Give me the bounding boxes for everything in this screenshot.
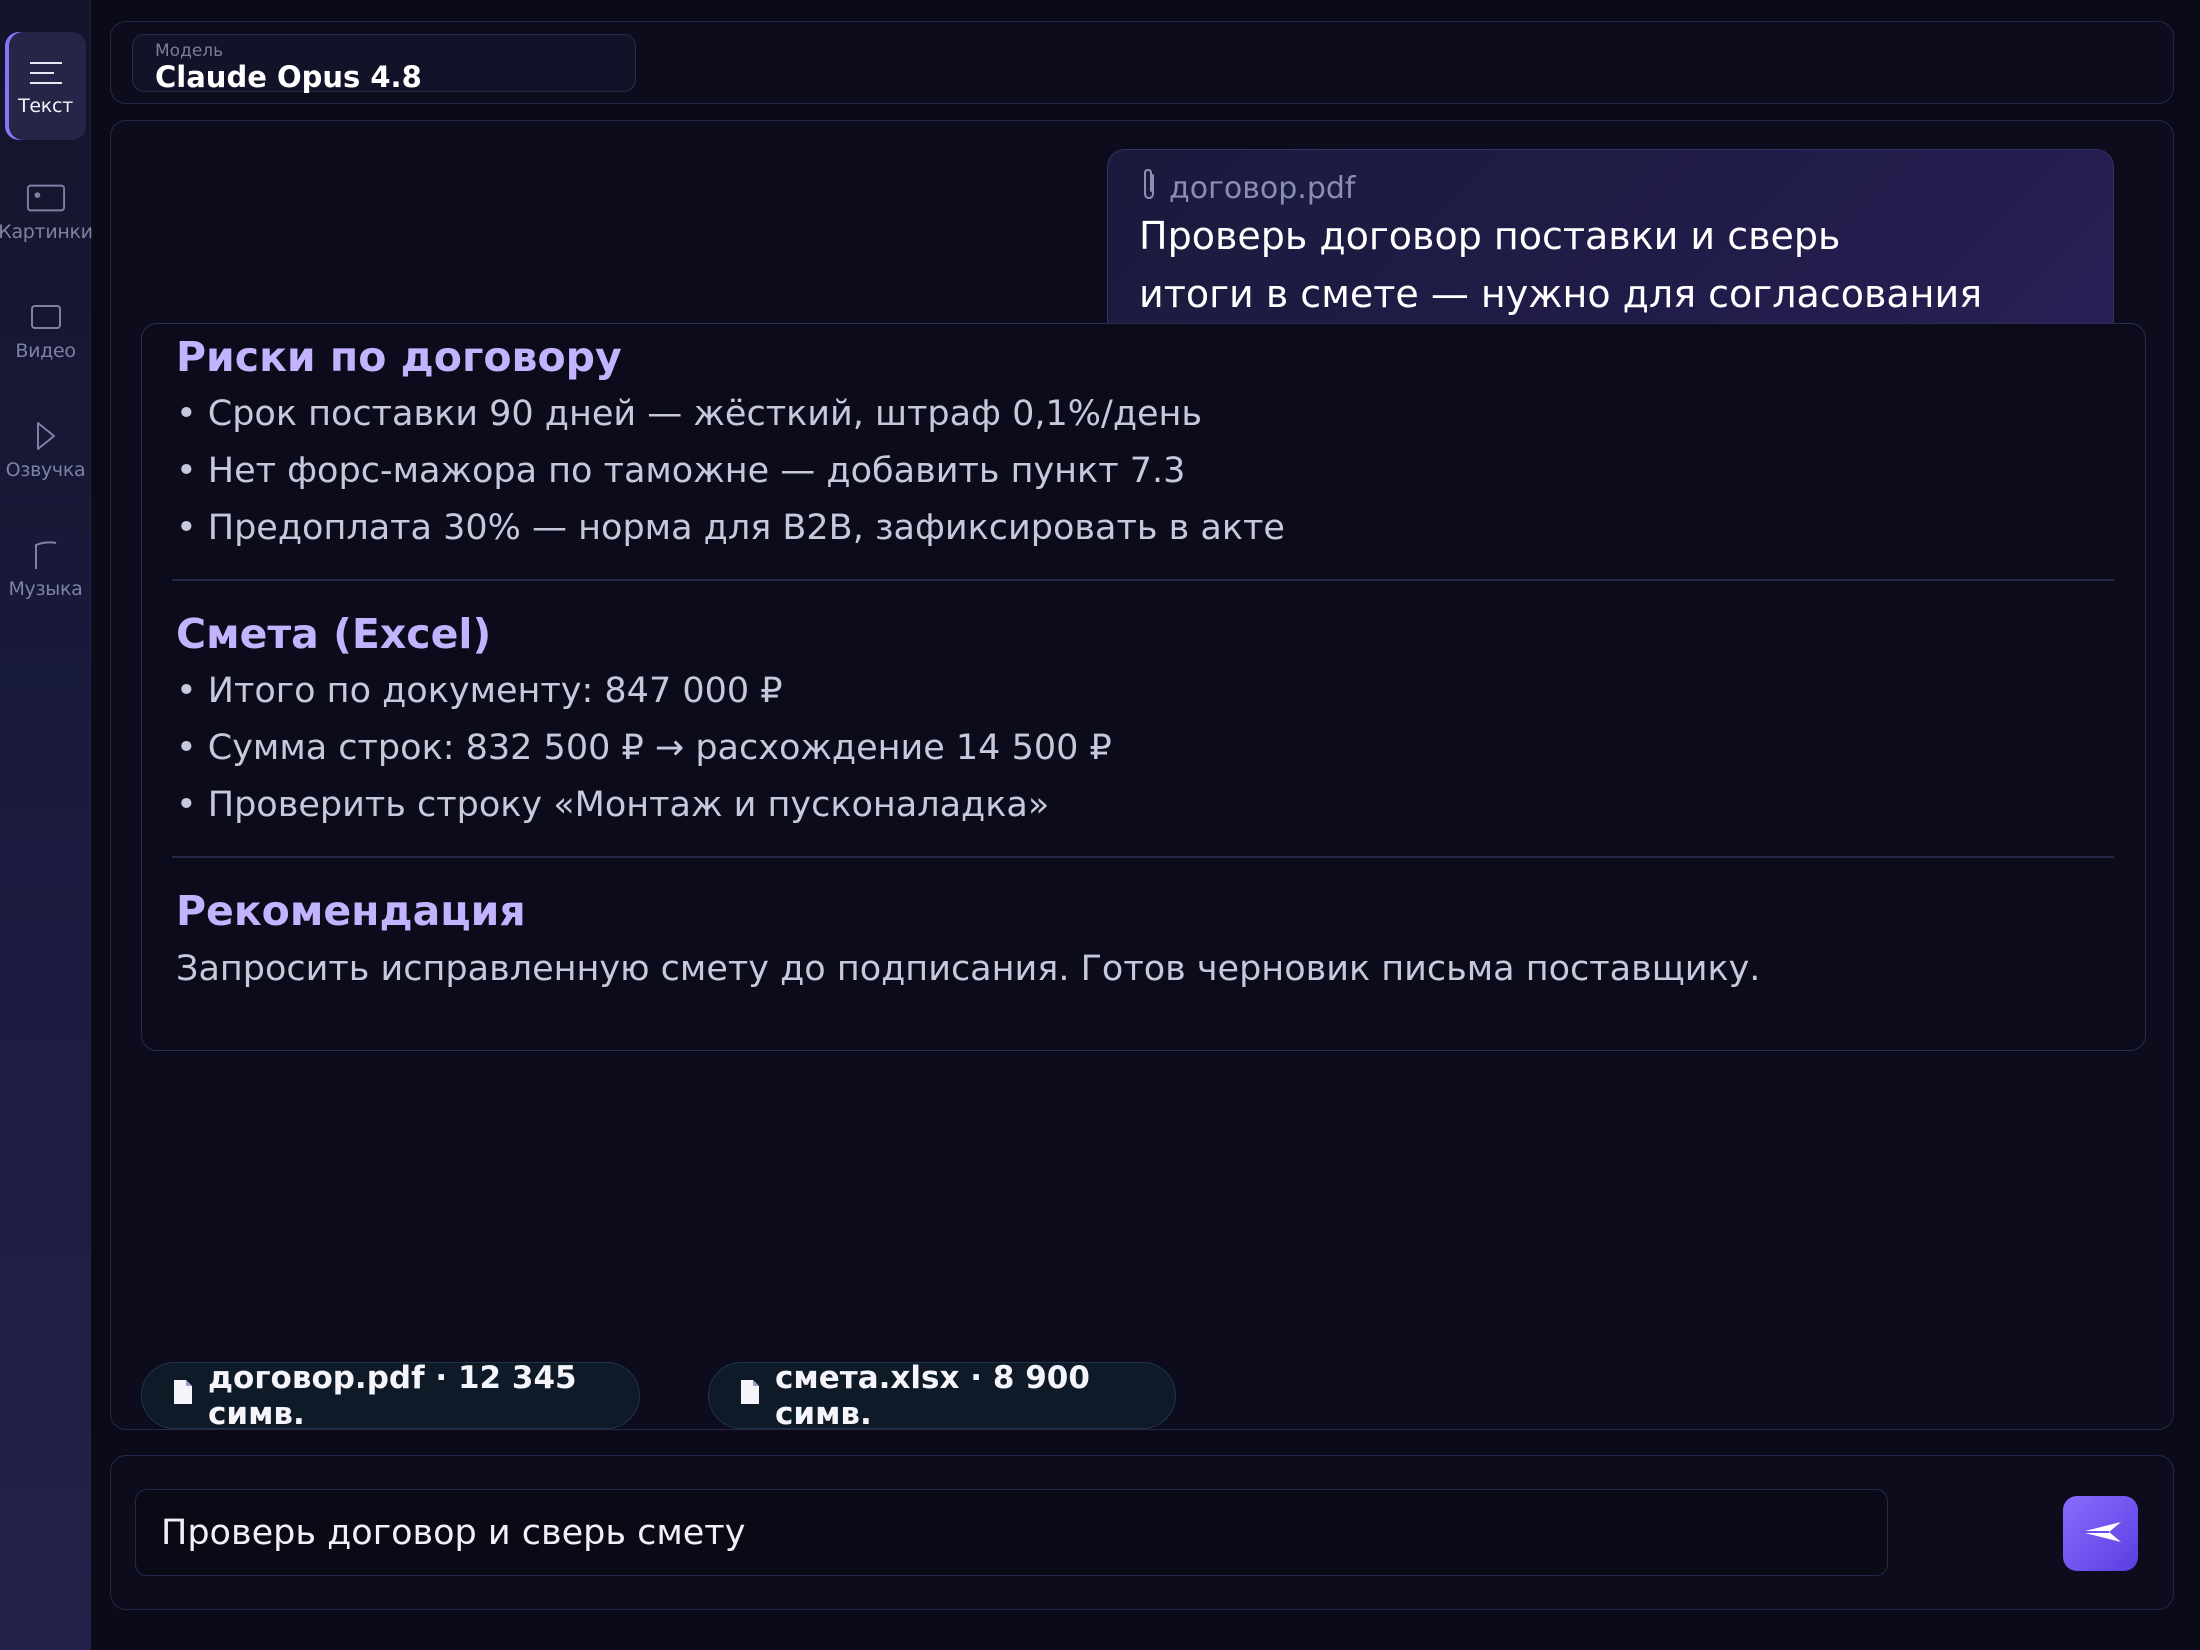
sidebar-item-text[interactable]: Текст [5,32,86,140]
answer-section-recommendation: Рекомендация Запросить исправленную смет… [176,882,2113,998]
sidebar: Текст Картинки Видео Озвучка Музыка [0,0,93,1650]
file-chip-label: договор.pdf · 12 345 симв. [208,1359,577,1430]
attachment-name: договор.pdf [1169,170,1356,206]
section-title: Рекомендация [176,887,526,935]
sidebar-item-voiceover[interactable]: Озвучка [5,396,86,504]
answer-section-estimate: Смета (Excel) • Итого по документу: 847 … [176,605,2113,834]
bullet-item: • Итого по документу: 847 000 ₽ [176,671,783,711]
file-chip-estimate[interactable]: смета.xlsx · 8 900 симв. [708,1359,1176,1430]
video-icon [26,300,66,334]
file-chip-label: смета.xlsx · 8 900 симв. [775,1359,1090,1430]
sidebar-item-images[interactable]: Картинки [0,158,93,266]
bullet-item: • Срок поставки 90 дней — жёсткий, штраф… [176,394,1203,434]
user-message-line: итоги в смете — нужно для согласования [1139,272,1983,316]
play-icon [26,419,66,453]
file-chip-contract[interactable]: договор.pdf · 12 345 симв. [141,1359,640,1430]
section-title: Риски по договору [176,333,622,381]
message-input[interactable]: Проверь договор и сверь смету [135,1489,1888,1576]
answer-section-risks: Риски по договору • Срок поставки 90 дне… [176,324,2113,557]
chat-panel: договор.pdf Проверь договор поставки и с… [110,120,2174,1430]
section-divider [172,579,2114,581]
bullet-item: • Сумма строк: 832 500 ₽ → расхождение 1… [176,728,1112,768]
section-title: Смета (Excel) [176,610,492,658]
sidebar-item-video[interactable]: Видео [5,277,86,385]
image-icon [26,181,66,215]
sidebar-item-label: Картинки [0,221,93,243]
sidebar-item-music[interactable]: Музыка [5,515,86,623]
model-caption: Модель [155,41,224,61]
model-select[interactable]: Модель Claude Opus 4.8 [132,34,636,94]
sidebar-item-label: Видео [15,340,76,362]
file-icon [739,1378,775,1414]
text-lines-icon [26,55,66,89]
bullet-item: • Проверить строку «Монтаж и пусконаладк… [176,785,1050,825]
composer: Проверь договор и сверь смету [110,1455,2174,1610]
send-icon [2079,1520,2123,1548]
music-flag-icon [26,538,66,572]
assistant-answer: Риски по договору • Срок поставки 90 дне… [141,323,2146,1051]
model-name: Claude Opus 4.8 [155,60,422,94]
user-message-line: Проверь договор поставки и сверь [1139,214,1841,258]
file-icon [172,1378,208,1414]
sidebar-item-label: Музыка [8,578,83,600]
bullet-item: • Нет форс-мажора по таможне — добавить … [176,451,1186,491]
bullet-item: • Предоплата 30% — норма для B2B, зафикс… [176,508,1285,548]
app-window: Текст Картинки Видео Озвучка Музыка Моде… [0,0,2200,1650]
sidebar-item-label: Текст [18,95,73,117]
section-divider [172,856,2114,858]
send-button[interactable] [2063,1496,2138,1571]
paperclip-icon [1139,167,1169,209]
recommendation-text: Запросить исправленную смету до подписан… [176,949,1761,989]
message-attachment[interactable]: договор.pdf [1139,167,2113,209]
sidebar-item-label: Озвучка [5,459,86,481]
model-bar: Модель Claude Opus 4.8 [110,21,2174,104]
